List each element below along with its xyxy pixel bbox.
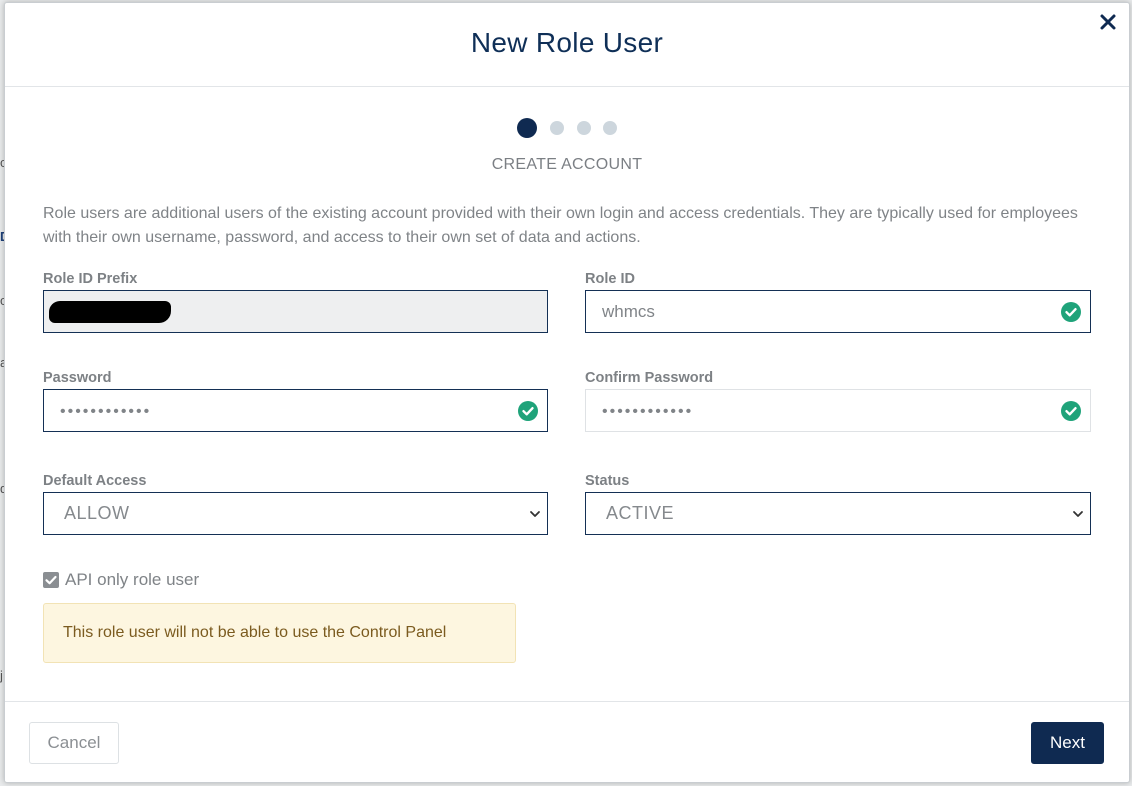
step-dot-2: [550, 121, 564, 135]
confirm-password-label: Confirm Password: [585, 370, 714, 386]
step-dot-1: [517, 118, 537, 138]
default-access-label: Default Access: [43, 473, 147, 489]
status-selected: ACTIVE: [606, 503, 675, 523]
valid-check-icon: [1061, 302, 1081, 322]
modal-header: New Role User: [5, 3, 1129, 87]
modal-title: New Role User: [470, 27, 664, 58]
role-id-prefix-label: Role ID Prefix: [43, 271, 138, 287]
default-access-selected: ALLOW: [64, 503, 130, 523]
password-input[interactable]: ••••••••••••: [43, 389, 548, 432]
api-only-checkbox[interactable]: [43, 572, 59, 588]
status-label: Status: [585, 473, 630, 489]
redacted-mark: [49, 301, 171, 323]
modal-footer: Cancel Next: [5, 701, 1129, 784]
password-label: Password: [43, 370, 112, 386]
api-only-label: API only role user: [65, 570, 200, 589]
role-id-label: Role ID: [585, 271, 635, 287]
confirm-password-value: ••••••••••••: [602, 403, 694, 420]
chevron-down-icon: [1073, 511, 1083, 517]
new-role-user-dialog: New Role User CREATE ACCOUNT Role users …: [4, 2, 1130, 783]
cancel-button[interactable]: Cancel: [29, 722, 119, 764]
step-dot-3: [577, 121, 591, 135]
step-indicator: [5, 117, 1129, 139]
background-fragment: j: [0, 668, 3, 683]
status-select[interactable]: ACTIVE: [585, 492, 1091, 535]
role-id-prefix-input: [43, 290, 548, 333]
role-id-input[interactable]: whmcs: [585, 290, 1091, 333]
password-value: ••••••••••••: [60, 403, 152, 420]
valid-check-icon: [1061, 401, 1081, 421]
chevron-down-icon: [530, 511, 540, 517]
checkmark-icon: [45, 575, 57, 585]
valid-check-icon: [518, 401, 538, 421]
close-icon[interactable]: [1099, 13, 1117, 31]
default-access-select[interactable]: ALLOW: [43, 492, 548, 535]
confirm-password-input[interactable]: ••••••••••••: [585, 389, 1091, 432]
next-button[interactable]: Next: [1031, 722, 1104, 764]
step-label: CREATE ACCOUNT: [491, 156, 643, 173]
description-text: Role users are additional users of the e…: [43, 205, 1078, 246]
api-only-checkbox-row[interactable]: API only role user: [43, 569, 343, 591]
step-dot-4: [603, 121, 617, 135]
role-id-value: whmcs: [602, 302, 655, 321]
control-panel-warning: This role user will not be able to use t…: [43, 603, 516, 663]
